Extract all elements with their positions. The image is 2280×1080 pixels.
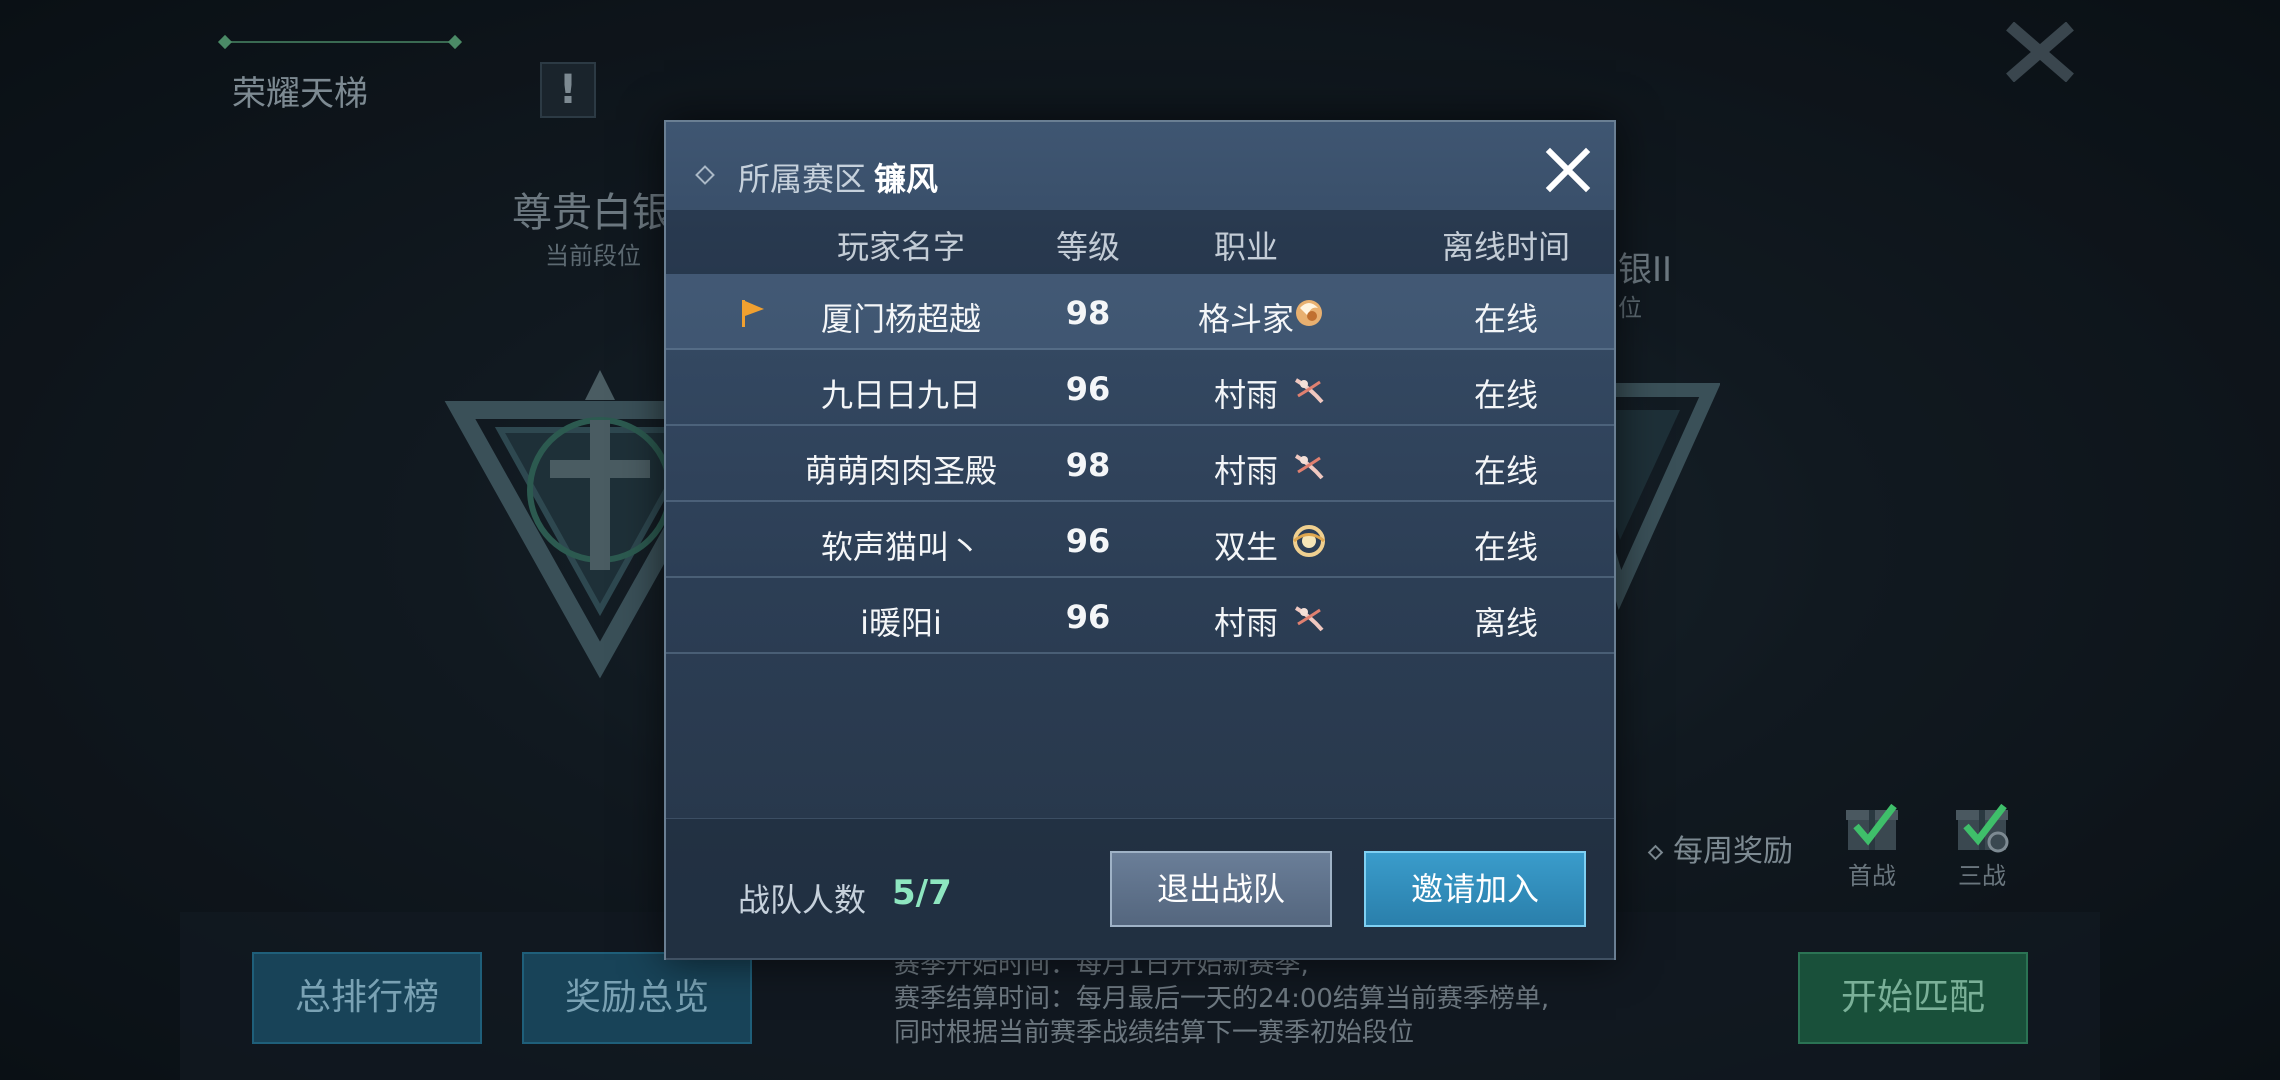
column-header-offline-time: 离线时间 bbox=[1441, 228, 1570, 266]
next-rank-title: 银II bbox=[1618, 250, 1673, 290]
player-level: 96 bbox=[1065, 598, 1111, 636]
player-status: 在线 bbox=[1473, 300, 1538, 338]
player-level: 98 bbox=[1065, 446, 1111, 484]
twin-icon bbox=[1293, 525, 1325, 557]
leaderboard-button[interactable]: 总排行榜 bbox=[252, 952, 482, 1044]
table-row[interactable]: 厦门杨超越 98 格斗家 在线 bbox=[666, 274, 1614, 350]
player-status: 在线 bbox=[1473, 452, 1538, 490]
table-header: 玩家名字 等级 职业 离线时间 bbox=[666, 210, 1614, 274]
first-battle-label: 首战 bbox=[1848, 862, 1896, 890]
rewards-overview-button[interactable]: 奖励总览 bbox=[522, 952, 752, 1044]
murasame-icon bbox=[1294, 454, 1324, 480]
leader-flag-icon bbox=[742, 300, 764, 327]
close-icon[interactable] bbox=[1544, 146, 1592, 194]
table-row[interactable]: 九日日九日 96 村雨 在线 bbox=[666, 350, 1614, 426]
zone-value: 镰风 bbox=[874, 160, 939, 198]
player-name: 九日日九日 bbox=[820, 376, 981, 414]
page-close-icon[interactable] bbox=[2000, 22, 2080, 82]
player-status: 在线 bbox=[1473, 376, 1538, 414]
weekly-reward-label: 每周奖励 bbox=[1647, 826, 1793, 870]
diamond-icon bbox=[1647, 844, 1664, 861]
season-note-line: 赛季结算时间：每月最后一天的24:00结算当前赛季榜单, bbox=[894, 984, 1550, 1014]
season-notes: 赛季开始时间：每月1日开始新赛季, 赛季结算时间：每月最后一天的24:00结算当… bbox=[894, 948, 1549, 1050]
murasame-icon bbox=[1294, 378, 1324, 404]
season-note-line: 同时根据当前赛季战绩结算下一赛季初始段位 bbox=[894, 1018, 1415, 1048]
table-row[interactable]: i暖阳i 96 村雨 离线 bbox=[666, 578, 1614, 654]
current-rank-title: 尊贵白银 bbox=[512, 190, 672, 236]
player-name: 软声猫叫丶 bbox=[820, 528, 981, 566]
team-dialog: 所属赛区 镰风 玩家名字 等级 职业 离线时间 厦门杨超越 98 格斗家 在线 … bbox=[664, 120, 1616, 960]
fighter-icon bbox=[1296, 300, 1322, 326]
invite-button[interactable]: 邀请加入 bbox=[1364, 851, 1586, 927]
player-name: i暖阳i bbox=[860, 604, 942, 642]
first-battle-gift-icon[interactable] bbox=[1842, 796, 1902, 856]
player-level: 96 bbox=[1065, 370, 1111, 408]
column-header-level: 等级 bbox=[1055, 228, 1120, 266]
dialog-footer: 战队人数 5/7 退出战队 邀请加入 bbox=[666, 818, 1614, 960]
current-rank-subtitle: 当前段位 bbox=[545, 242, 641, 270]
next-rank-subtitle: 位 bbox=[1618, 294, 1642, 322]
column-header-name: 玩家名字 bbox=[836, 228, 965, 266]
murasame-icon bbox=[1294, 606, 1324, 632]
zone-label: 所属赛区 bbox=[738, 160, 867, 198]
ladder-title: 荣耀天梯 bbox=[232, 74, 368, 114]
third-battle-gift-icon[interactable] bbox=[1952, 796, 2012, 856]
player-name: 厦门杨超越 bbox=[820, 300, 981, 338]
player-status: 离线 bbox=[1473, 604, 1538, 642]
table-row[interactable]: 软声猫叫丶 96 双生 在线 bbox=[666, 502, 1614, 578]
diamond-icon bbox=[695, 165, 715, 185]
dialog-header: 所属赛区 镰风 bbox=[666, 122, 1614, 210]
quit-team-button[interactable]: 退出战队 bbox=[1110, 851, 1332, 927]
player-status: 在线 bbox=[1473, 528, 1538, 566]
player-name: 萌萌肉肉圣殿 bbox=[804, 452, 997, 490]
info-button[interactable]: ! bbox=[540, 62, 596, 118]
table-row[interactable]: 萌萌肉肉圣殿 98 村雨 在线 bbox=[666, 426, 1614, 502]
team-count-value: 5/7 bbox=[892, 873, 952, 913]
third-battle-label: 三战 bbox=[1958, 862, 2006, 890]
start-match-button[interactable]: 开始匹配 bbox=[1798, 952, 2028, 1044]
column-header-class: 职业 bbox=[1213, 228, 1278, 266]
player-level: 96 bbox=[1065, 522, 1111, 560]
title-decoration bbox=[217, 34, 463, 50]
player-level: 98 bbox=[1065, 294, 1111, 332]
team-count-label: 战队人数 bbox=[738, 881, 867, 919]
